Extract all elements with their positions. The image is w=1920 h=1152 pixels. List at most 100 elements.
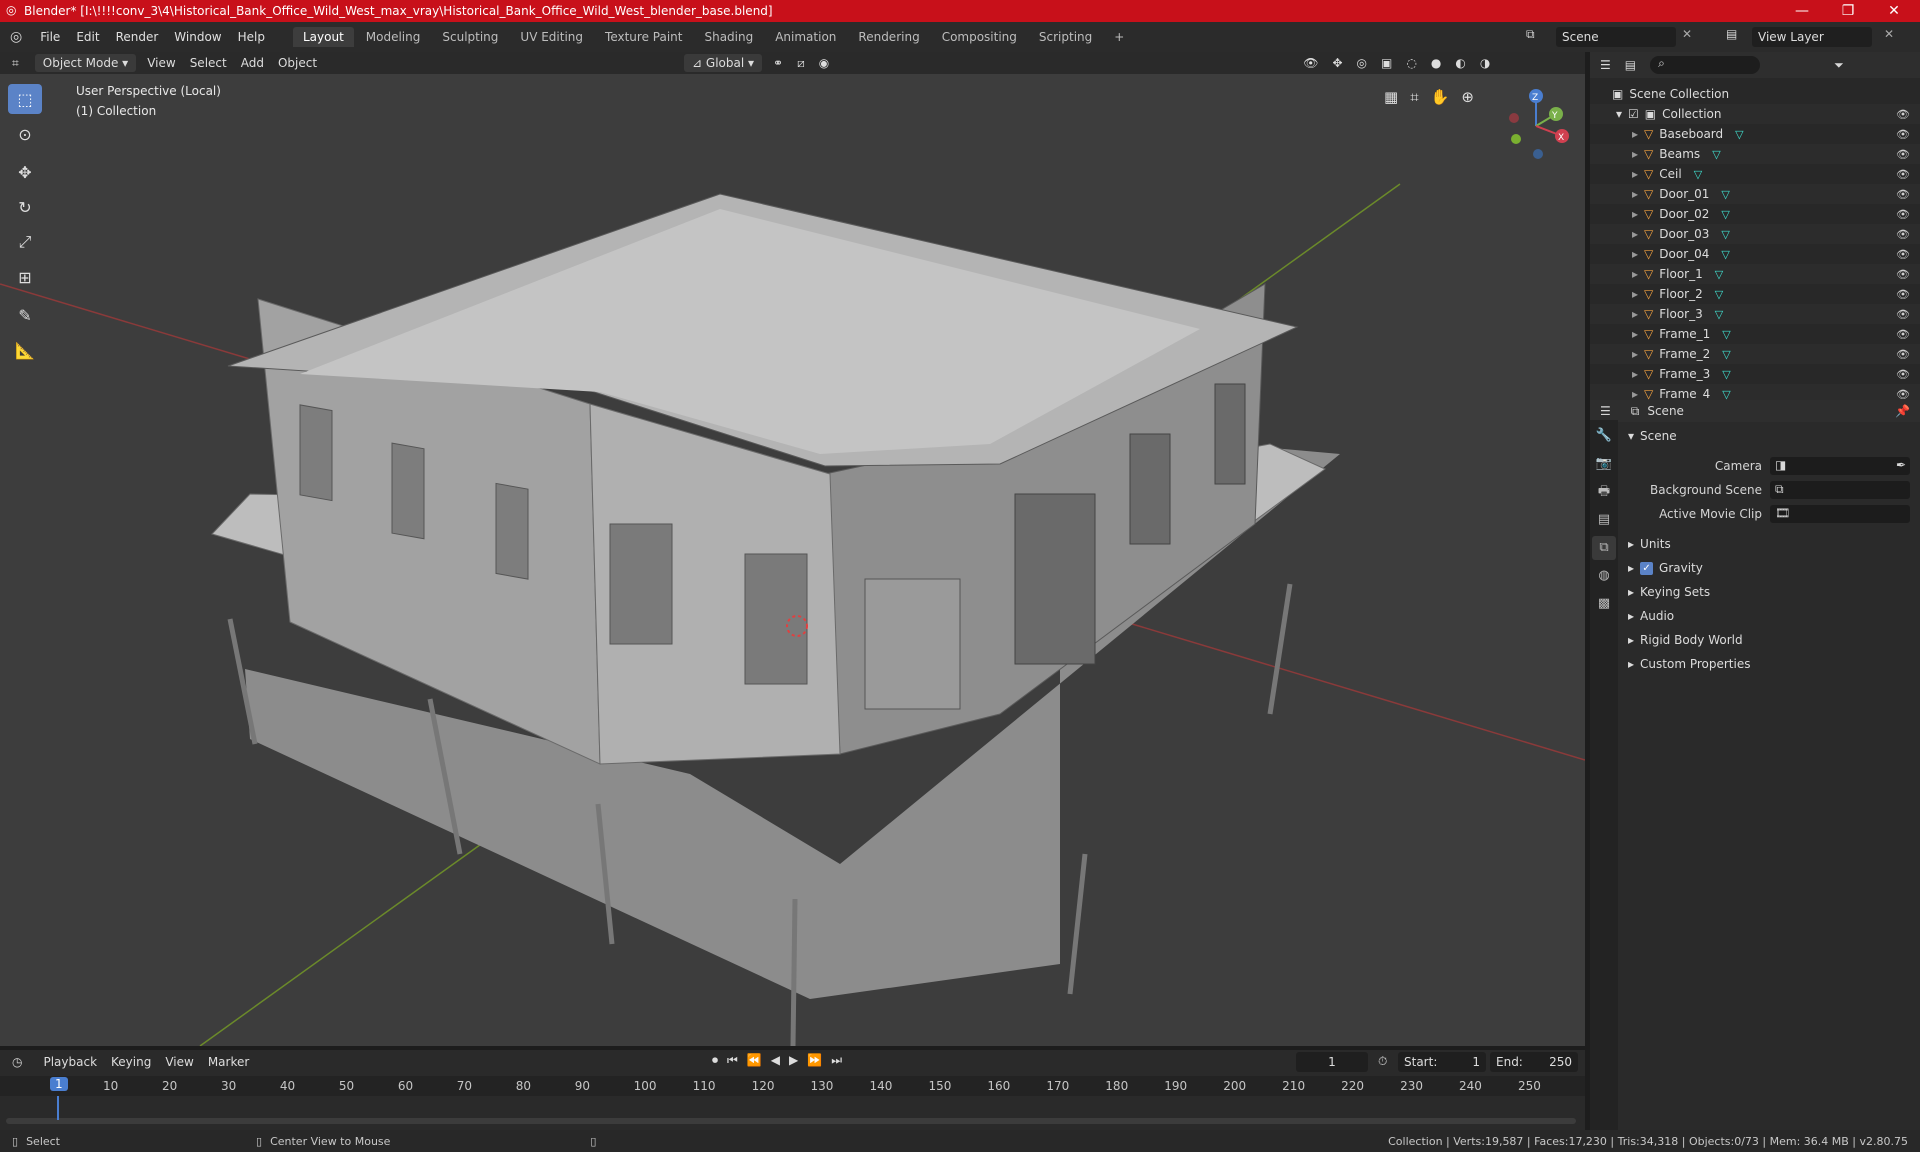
stopwatch-icon[interactable]: ⏱ <box>1378 1054 1387 1069</box>
outliner-item[interactable]: ▸ ▽ Frame_2 ▽ 👁 <box>1590 344 1920 364</box>
close-button[interactable]: ✕ <box>1872 0 1916 22</box>
tab-texture-paint[interactable]: Texture Paint <box>595 27 692 47</box>
zoom-icon[interactable]: ⊕ <box>1461 88 1474 106</box>
expand-icon[interactable]: ▸ <box>1632 187 1638 201</box>
background-scene-field[interactable]: ⧉ <box>1770 481 1910 499</box>
gravity-checkbox[interactable]: ✓ <box>1640 561 1654 575</box>
timeline-scrollbar[interactable] <box>6 1118 1576 1124</box>
menu-help[interactable]: Help <box>230 30 273 44</box>
outliner-scene-collection[interactable]: ▣ Scene Collection <box>1590 84 1920 104</box>
outliner-item[interactable]: ▸ ▽ Door_03 ▽ 👁 <box>1590 224 1920 244</box>
tab-layout[interactable]: Layout <box>292 27 354 47</box>
overlay-icon[interactable]: ◎ <box>1350 56 1374 70</box>
outliner-item[interactable]: ▸ ▽ Door_02 ▽ 👁 <box>1590 204 1920 224</box>
menu-keying[interactable]: Keying <box>104 1055 158 1069</box>
outliner-search-input[interactable]: ⌕ <box>1650 56 1761 74</box>
menu-file[interactable]: File <box>32 30 68 44</box>
outliner-item[interactable]: ▸ ▽ Beams ▽ 👁 <box>1590 144 1920 164</box>
menu-window[interactable]: Window <box>166 30 229 44</box>
visibility-icon[interactable]: 👁 <box>1296 56 1325 70</box>
tab-uv-editing[interactable]: UV Editing <box>510 27 593 47</box>
eye-icon[interactable]: 👁 <box>1896 388 1910 401</box>
annotate-tool[interactable]: ✎ <box>8 300 42 330</box>
jump-end-icon[interactable]: ⏭ <box>831 1053 842 1068</box>
prev-keyframe-icon[interactable]: ⏪ <box>747 1053 762 1068</box>
menu-playback[interactable]: Playback <box>36 1055 104 1069</box>
expand-icon[interactable]: ▸ <box>1632 307 1638 321</box>
transform-orientation-dropdown[interactable]: ⊿ Global ▾ <box>684 54 763 72</box>
menu-marker[interactable]: Marker <box>201 1055 256 1069</box>
expand-icon[interactable]: ▸ <box>1632 387 1638 401</box>
outliner-item[interactable]: ▸ ▽ Baseboard ▽ 👁 <box>1590 124 1920 144</box>
next-keyframe-icon[interactable]: ⏩ <box>807 1053 822 1068</box>
material-shading-icon[interactable]: ◐ <box>1448 56 1472 70</box>
navigation-gizmo[interactable]: Z Y X <box>1500 84 1580 164</box>
expand-icon[interactable]: ▸ <box>1632 147 1638 161</box>
view-layer-field[interactable]: View Layer <box>1752 27 1872 47</box>
filter-icon[interactable]: ⏷ <box>1834 58 1844 73</box>
scale-tool[interactable]: ⤢ <box>8 227 42 257</box>
solid-shading-icon[interactable]: ● <box>1424 56 1448 70</box>
render-tab-icon[interactable]: 📷 <box>1592 452 1616 476</box>
rendered-shading-icon[interactable]: ◑ <box>1473 56 1497 70</box>
close-icon[interactable]: ✕ <box>1682 27 1692 41</box>
play-reverse-icon[interactable]: ◀ <box>771 1053 780 1068</box>
snap-icon[interactable]: ⧄ <box>790 56 812 71</box>
play-icon[interactable]: ▶ <box>789 1053 798 1068</box>
transform-tool[interactable]: ⊞ <box>8 262 42 292</box>
eye-icon[interactable]: 👁 <box>1896 348 1910 361</box>
scene-field[interactable]: Scene <box>1556 27 1676 47</box>
editor-type-icon[interactable]: ⌗ <box>12 56 19 71</box>
view-layer-tab-icon[interactable]: ▤ <box>1592 508 1616 532</box>
eye-icon[interactable]: 👁 <box>1896 168 1910 181</box>
menu-timeline-view[interactable]: View <box>158 1055 200 1069</box>
eye-icon[interactable]: 👁 <box>1896 148 1910 161</box>
current-frame-field[interactable]: 1 <box>1296 1052 1368 1072</box>
end-frame-field[interactable]: End: 250 <box>1490 1052 1578 1072</box>
eye-icon[interactable]: 👁 <box>1896 368 1910 381</box>
menu-view[interactable]: View <box>140 56 182 70</box>
hand-pan-icon[interactable]: ✋ <box>1431 88 1450 106</box>
camera-icon[interactable]: ⌗ <box>1410 88 1418 106</box>
eye-icon[interactable]: 👁 <box>1896 208 1910 221</box>
move-tool[interactable]: ✥ <box>8 157 42 187</box>
maximize-button[interactable]: ❐ <box>1826 0 1870 22</box>
tab-compositing[interactable]: Compositing <box>932 27 1027 47</box>
eye-icon[interactable]: 👁 <box>1896 288 1910 301</box>
jump-start-icon[interactable]: ⏮ <box>727 1053 738 1068</box>
outliner-item[interactable]: ▸ ▽ Floor_3 ▽ 👁 <box>1590 304 1920 324</box>
tool-tab-icon[interactable]: 🔧 <box>1592 424 1616 448</box>
tab-scripting[interactable]: Scripting <box>1029 27 1102 47</box>
cursor-tool[interactable]: ⊙ <box>8 119 42 149</box>
menu-render[interactable]: Render <box>108 30 167 44</box>
expand-icon[interactable]: ▸ <box>1632 347 1638 361</box>
texture-tab-icon[interactable]: ▩ <box>1592 592 1616 616</box>
expand-icon[interactable]: ▸ <box>1632 167 1638 181</box>
checkbox-icon[interactable]: ☑ <box>1628 107 1639 121</box>
xray-icon[interactable]: ▣ <box>1374 56 1399 70</box>
eye-icon[interactable]: 👁 <box>1896 108 1910 121</box>
active-movie-clip-field[interactable]: 🎞 <box>1770 505 1910 523</box>
units-section[interactable]: ▸ Units <box>1618 532 1920 556</box>
outliner-item[interactable]: ▸ ▽ Floor_1 ▽ 👁 <box>1590 264 1920 284</box>
tab-rendering[interactable]: Rendering <box>848 27 929 47</box>
gizmo-toggle-icon[interactable]: ✥ <box>1325 56 1349 70</box>
eye-icon[interactable]: 👁 <box>1896 188 1910 201</box>
eye-icon[interactable]: 👁 <box>1896 248 1910 261</box>
rigid-body-world-section[interactable]: ▸ Rigid Body World <box>1618 628 1920 652</box>
eye-icon[interactable]: 👁 <box>1896 128 1910 141</box>
eye-icon[interactable]: 👁 <box>1896 328 1910 341</box>
outliner-item[interactable]: ▸ ▽ Door_01 ▽ 👁 <box>1590 184 1920 204</box>
expand-icon[interactable]: ▸ <box>1632 267 1638 281</box>
outliner-item[interactable]: ▸ ▽ Ceil ▽ 👁 <box>1590 164 1920 184</box>
expand-icon[interactable]: ▸ <box>1632 207 1638 221</box>
record-icon[interactable]: ⏺ <box>712 1053 718 1068</box>
display-mode-icon[interactable]: ▤ <box>1625 58 1636 72</box>
outliner-collection[interactable]: ▾ ☑ ▣ Collection 👁 <box>1590 104 1920 124</box>
close-view-layer-icon[interactable]: ✕ <box>1884 27 1894 41</box>
playhead[interactable] <box>57 1096 59 1120</box>
rotate-tool[interactable]: ↻ <box>8 192 42 222</box>
blender-menu-icon[interactable]: ◎ <box>10 29 22 45</box>
tab-animation[interactable]: Animation <box>765 27 846 47</box>
outliner-item[interactable]: ▸ ▽ Frame_3 ▽ 👁 <box>1590 364 1920 384</box>
